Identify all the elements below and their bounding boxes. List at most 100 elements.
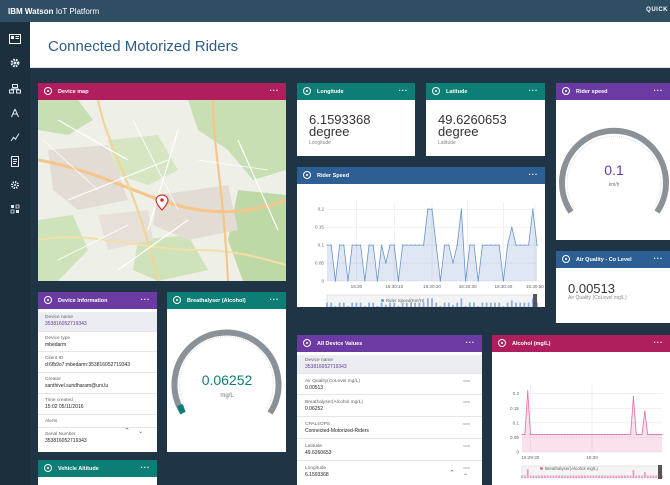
device-map[interactable] — [38, 99, 286, 281]
alcohol-chart-header: Alcohol (mg/L) ··· — [492, 335, 670, 352]
info-row-device-name[interactable]: Device name 353816052719343 — [38, 312, 157, 332]
navigator-bar — [618, 475, 621, 478]
longitude-unit: degree — [309, 124, 350, 139]
rider-speed-chart[interactable]: 0 0.05 0.1 0.15 0.2 16:30 16:30:10 16:30:20 16:3… — [297, 184, 545, 307]
navigator-bar — [563, 475, 566, 478]
card-menu-button[interactable]: ··· — [270, 86, 280, 95]
analytics-icon[interactable] — [8, 132, 22, 144]
data-point — [376, 280, 378, 282]
quickstart-link[interactable]: QUICK — [646, 7, 668, 13]
card-menu-button[interactable]: ··· — [529, 170, 539, 179]
navigator-bar — [555, 475, 558, 478]
navigator-bar — [338, 302, 341, 307]
dashboard-icon[interactable] — [8, 34, 22, 46]
card-icon — [303, 171, 311, 179]
navigator-bar — [572, 475, 575, 478]
navigator-bar — [523, 475, 526, 478]
card-title: Breathalyser (Alcohol) — [187, 297, 246, 304]
value-key: Longitude — [305, 466, 327, 471]
gear-icon[interactable] — [8, 58, 22, 70]
data-point — [532, 208, 534, 210]
chevron-down-icon[interactable]: ⌄ — [463, 470, 468, 477]
navigator-bar — [575, 475, 578, 478]
navigator-bar — [468, 302, 471, 307]
card-menu-button[interactable]: ··· — [654, 86, 664, 95]
info-key: Creator — [45, 377, 61, 382]
chevron-down-icon[interactable]: ⌄ — [138, 428, 143, 435]
chevron-up-icon[interactable]: ⌃ — [124, 427, 130, 435]
data-point — [473, 244, 475, 246]
data-point — [641, 433, 643, 436]
alcohol-chart-card: Alcohol (mg/L) ··· 0 0.05 0.1 0.15 0.2 16:29:… — [492, 335, 670, 485]
data-point — [435, 244, 437, 246]
settings-icon[interactable] — [8, 180, 22, 192]
rider-speed-gauge: 0.1 km/h — [559, 127, 669, 214]
data-point — [638, 433, 640, 436]
x-tick-label: 16:30:30 — [459, 284, 477, 289]
data-point — [589, 433, 592, 436]
navigator-bar — [431, 298, 433, 307]
breathalyser-header: Breathalyser (Alcohol) ··· — [167, 292, 286, 309]
breathalyser-gauge-card: Breathalyser (Alcohol) ··· 0.06252 mg/L — [167, 292, 286, 452]
data-point — [347, 280, 349, 282]
data-point — [393, 244, 395, 246]
data-point — [418, 244, 420, 246]
chart-legend: Breathalyser(Alcohol mg/L) — [540, 466, 598, 471]
card-menu-button[interactable]: ··· — [270, 295, 280, 304]
value-timestamp: now — [462, 399, 470, 404]
card-menu-button[interactable]: ··· — [141, 463, 151, 472]
navigator-bar — [494, 302, 496, 307]
data-point — [326, 244, 328, 246]
chevron-up-icon[interactable]: ⌃ — [449, 469, 455, 477]
card-menu-button[interactable]: ··· — [654, 338, 664, 347]
value-row-latitude: Latitude 49.6260653 now — [297, 440, 482, 461]
navigator-bar — [489, 302, 492, 307]
data-point — [621, 433, 623, 436]
data-point — [519, 244, 521, 246]
y-tick-label: 0 — [321, 279, 324, 284]
data-point — [527, 390, 529, 392]
navigator-bar — [646, 475, 649, 478]
navigator-bar — [481, 302, 484, 307]
card-title: Vehicle Altitude — [58, 465, 99, 472]
x-tick-label: 16:30:20 — [423, 284, 441, 289]
card-icon — [498, 339, 506, 347]
y-tick-label: 0.05 — [315, 261, 324, 266]
rules-icon[interactable] — [8, 156, 22, 168]
data-point — [529, 433, 532, 436]
value-row-device-name[interactable]: Device name 353816052719343 — [297, 355, 482, 374]
person-icon[interactable] — [8, 108, 22, 120]
navigator-bar — [359, 302, 362, 307]
card-menu-button[interactable]: ··· — [466, 338, 476, 347]
data-point — [423, 244, 425, 246]
brand-logo[interactable]: IBM Watson IoT Platform — [8, 7, 99, 16]
x-tick-label: 16:30:50 — [526, 284, 544, 289]
card-menu-button[interactable]: ··· — [399, 86, 409, 95]
extensions-icon[interactable] — [8, 204, 22, 216]
co-level-card: Air Quality - Co Level ··· 0.00513 Air Q… — [556, 251, 670, 323]
data-point — [410, 244, 412, 246]
navigator-bar — [655, 475, 658, 478]
navigator-bar — [546, 475, 549, 478]
card-title: Longitude — [317, 88, 344, 95]
card-menu-button[interactable]: ··· — [654, 254, 664, 263]
gauge-fill — [177, 404, 186, 415]
navigator-bar — [363, 306, 366, 307]
value-row-alcohol: Breathalyser(Alcohol mg/L) 0.06252 now — [297, 396, 482, 417]
data-point — [561, 433, 563, 436]
card-menu-button[interactable]: ··· — [141, 295, 151, 304]
info-value: 15:02 05/11/2016 — [45, 404, 84, 410]
navigator-bar — [649, 475, 652, 478]
navigator-bar — [632, 470, 635, 478]
legend-label: Breathalyser(Alcohol mg/L) — [545, 466, 598, 471]
data-point — [552, 433, 555, 436]
navigator-bar — [532, 475, 535, 478]
info-row-creator: Creator santhivel.sundharam@uni.lu — [38, 374, 157, 394]
navigator-bar — [439, 306, 442, 307]
y-tick-label: 0.05 — [510, 435, 519, 440]
card-menu-button[interactable]: ··· — [529, 86, 539, 95]
y-tick-label: 0.15 — [510, 406, 519, 411]
devices-icon[interactable] — [8, 84, 22, 96]
data-point — [567, 433, 569, 436]
navigator-bar — [401, 302, 404, 307]
